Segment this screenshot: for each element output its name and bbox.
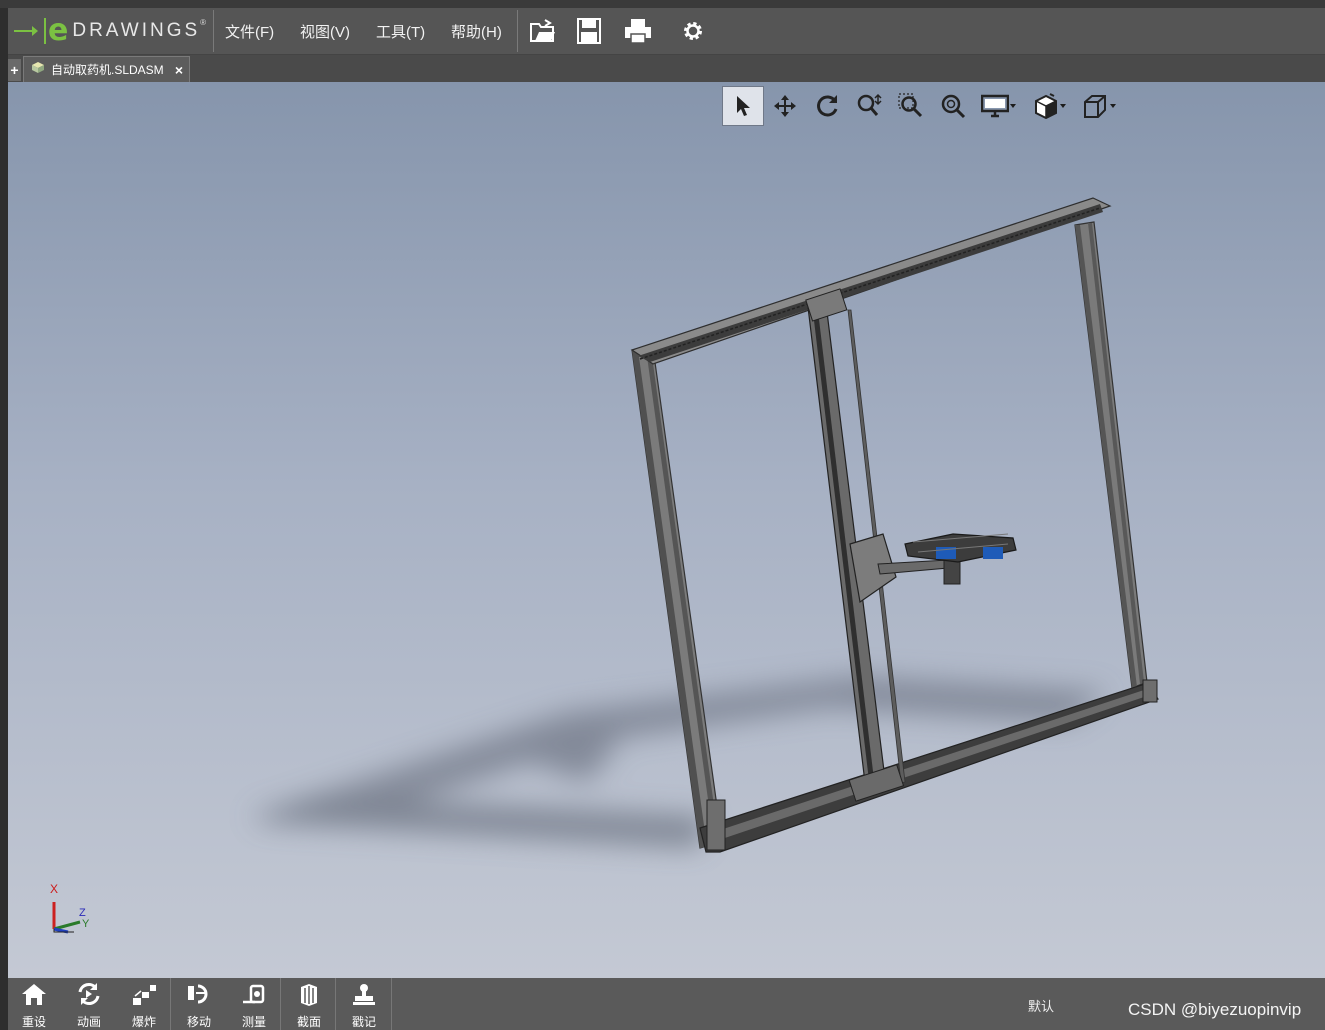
home-icon	[21, 982, 47, 1011]
toolbar-separator	[280, 978, 281, 1030]
document-tab-bar: + 自动取药机.SLDASM ×	[8, 55, 1325, 82]
measure-icon	[241, 982, 267, 1011]
logo-arrow-icon	[14, 26, 38, 36]
window-top-strip	[0, 0, 1325, 8]
animate-icon	[76, 982, 102, 1011]
settings-gear-icon[interactable]	[678, 16, 708, 46]
open-file-icon[interactable]	[528, 16, 558, 46]
measure-label: 测量	[241, 1015, 266, 1029]
gripper-assembly	[849, 533, 1017, 604]
stamp-label: 戳记	[351, 1015, 376, 1029]
configuration-status: 默认	[1028, 999, 1055, 1014]
right-post	[1074, 221, 1148, 689]
blue-block-right	[983, 547, 1003, 559]
left-post	[631, 347, 723, 849]
move-icon	[186, 982, 212, 1011]
reset-button[interactable]: 重设	[8, 982, 60, 1030]
animate-label: 动画	[76, 1015, 101, 1029]
menu-help[interactable]: 帮助(H)	[451, 21, 502, 42]
axis-x-label: X	[50, 882, 59, 896]
section-icon	[296, 982, 322, 1011]
explode-label: 爆炸	[131, 1015, 156, 1029]
menu-separator	[213, 10, 214, 52]
bottom-toolbar: 重设 动画 爆炸 移动 测量 截面 戳记 默认 CSDN @biyezuopin…	[8, 978, 1325, 1030]
add-tab-button[interactable]: +	[8, 59, 21, 81]
menu-view[interactable]: 视图(V)	[300, 21, 350, 42]
tab-label: 自动取药机.SLDASM	[51, 63, 164, 77]
reset-label: 重设	[21, 1015, 46, 1029]
axis-y-label: Y	[82, 918, 90, 930]
move-button[interactable]: 移动	[173, 982, 225, 1030]
menu-bar: e DRAWINGS ® 文件(F) 视图(V) 工具(T) 帮助(H)	[8, 8, 1325, 55]
menu-separator	[517, 10, 518, 52]
toolbar-separator	[170, 978, 171, 1030]
stamp-icon	[351, 982, 377, 1011]
3d-viewport[interactable]: X Z Y	[8, 82, 1325, 978]
menu-file[interactable]: 文件(F)	[225, 21, 274, 42]
logo-text: DRAWINGS	[72, 20, 201, 41]
tab-document[interactable]: 自动取药机.SLDASM ×	[23, 56, 190, 82]
animate-button[interactable]: 动画	[63, 982, 115, 1030]
section-button[interactable]: 截面	[283, 982, 335, 1030]
assembly-model	[248, 197, 1159, 853]
menu-tools[interactable]: 工具(T)	[376, 21, 425, 42]
print-icon[interactable]	[623, 16, 653, 46]
logo-bar	[44, 18, 46, 44]
section-label: 截面	[296, 1015, 321, 1029]
explode-icon	[131, 982, 157, 1011]
toolbar-separator	[391, 978, 392, 1030]
move-label: 移动	[186, 1015, 211, 1029]
explode-button[interactable]: 爆炸	[118, 982, 170, 1030]
top-beam	[630, 197, 1112, 365]
stamp-button[interactable]: 戳记	[338, 982, 390, 1030]
logo-letter: e	[48, 13, 69, 48]
assembly-icon	[30, 60, 46, 79]
axis-triad: X Z Y	[46, 880, 96, 940]
tab-close-button[interactable]: ×	[175, 62, 183, 78]
watermark-text: CSDN @biyezuopinvip	[1128, 1000, 1302, 1019]
measure-button[interactable]: 测量	[228, 982, 280, 1030]
save-icon[interactable]	[574, 16, 604, 46]
edrawings-logo: e DRAWINGS ®	[14, 14, 206, 48]
logo-mark: ®	[200, 18, 207, 27]
toolbar-separator	[335, 978, 336, 1030]
